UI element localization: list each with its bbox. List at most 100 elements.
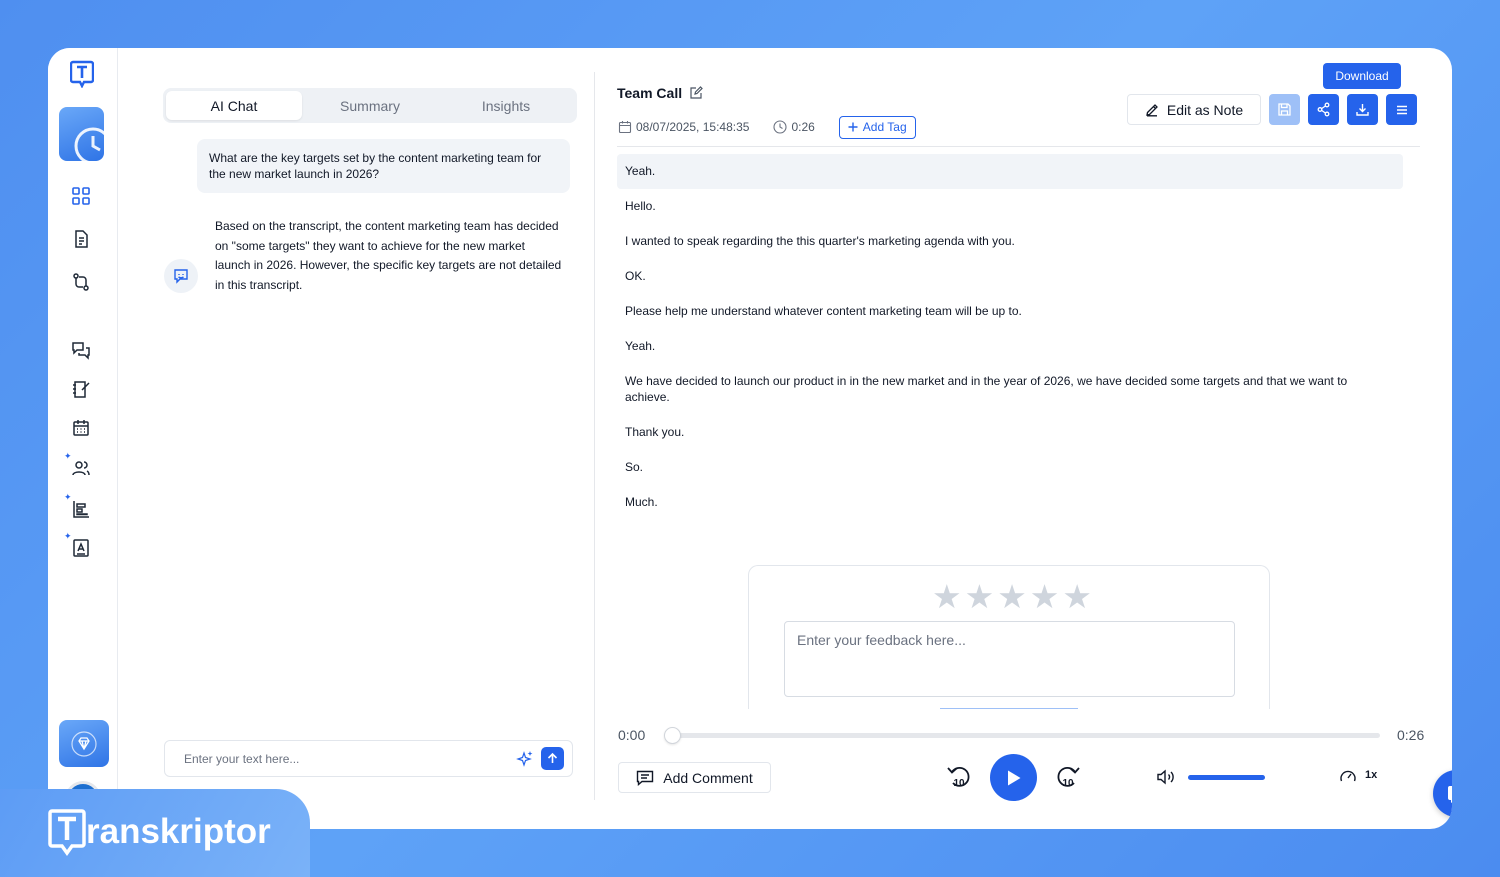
upgrade-button[interactable]	[59, 720, 109, 767]
feedback-submit-button[interactable]	[940, 708, 1078, 709]
brand-banner: ranskriptor	[0, 789, 310, 877]
play-button[interactable]	[990, 754, 1037, 801]
add-tag-label: Add Tag	[862, 120, 907, 134]
progress-handle[interactable]	[664, 727, 681, 744]
svg-text:10: 10	[953, 778, 965, 789]
transcript-line[interactable]: Much.	[617, 485, 1403, 520]
hamburger-icon	[1396, 105, 1407, 114]
sparkle-icon[interactable]	[516, 750, 534, 768]
current-time: 0:00	[618, 727, 646, 743]
star-icon[interactable]: ★	[932, 580, 962, 613]
user-question-bubble: What are the key targets set by the cont…	[197, 139, 570, 193]
dashboard-icon[interactable]	[70, 185, 92, 207]
speed-icon[interactable]	[1339, 768, 1357, 786]
volume-icon[interactable]	[1156, 769, 1176, 785]
date-meta: 08/07/2025, 15:48:35	[618, 120, 749, 134]
panel-tabs: AI Chat Summary Insights	[163, 88, 577, 123]
menu-button[interactable]	[1386, 94, 1417, 125]
forward-10-icon[interactable]: 10	[1056, 764, 1080, 790]
edit-as-note-label: Edit as Note	[1166, 101, 1244, 118]
volume-slider[interactable]	[1188, 775, 1265, 780]
transcript-title-row: Team Call	[617, 85, 703, 101]
brand-logo: ranskriptor	[48, 808, 271, 856]
contact-icon[interactable]: ✦	[64, 532, 92, 559]
share-icon	[1317, 102, 1330, 117]
send-button[interactable]	[541, 747, 564, 770]
ai-sparkle-icon: ✦	[64, 451, 72, 461]
transcript-panel: Team Call 08/07/2025, 15:48:35 0:26 Add …	[595, 48, 1452, 829]
save-button[interactable]	[1269, 94, 1300, 125]
edit-title-icon[interactable]	[689, 86, 703, 100]
ai-answer-text: Based on the transcript, the content mar…	[215, 219, 562, 292]
transcript-line[interactable]: I wanted to speak regarding the this qua…	[617, 224, 1403, 259]
add-comment-button[interactable]: Add Comment	[618, 762, 771, 793]
tab-ai-chat[interactable]: AI Chat	[166, 91, 302, 120]
star-icon[interactable]: ★	[965, 580, 995, 613]
add-tag-button[interactable]: Add Tag	[838, 115, 916, 139]
page-title: Team Call	[617, 85, 683, 101]
download-button[interactable]	[1347, 94, 1378, 125]
diamond-icon	[71, 730, 97, 757]
tab-summary[interactable]: Summary	[302, 91, 438, 120]
plus-icon	[848, 122, 858, 132]
transcript-line[interactable]: We have decided to launch our product in…	[617, 364, 1403, 415]
duration-meta: 0:26	[773, 120, 815, 134]
recent-files-button[interactable]	[59, 107, 104, 161]
svg-text:10: 10	[1062, 778, 1074, 789]
app-window: ✦ ✦ ✦ AI Chat Summary Insights What are …	[48, 48, 1452, 829]
star-icon[interactable]: ★	[1062, 580, 1092, 613]
playback-speed[interactable]: 1x	[1365, 769, 1377, 781]
download-tooltip: Download	[1323, 63, 1401, 89]
transkriptor-logo-icon	[48, 809, 86, 856]
ai-sparkle-icon: ✦	[64, 492, 72, 502]
transcript-body: Yeah. Hello. I wanted to speak regarding…	[617, 154, 1403, 520]
transcript-line[interactable]: OK.	[617, 259, 1403, 294]
duration-text: 0:26	[791, 120, 815, 134]
ai-bot-icon	[164, 259, 198, 293]
transcript-line[interactable]: Hello.	[617, 189, 1403, 224]
total-time: 0:26	[1397, 727, 1425, 743]
transcript-line[interactable]: Thank you.	[617, 415, 1403, 450]
app-logo-icon[interactable]	[70, 60, 94, 88]
team-icon[interactable]: ✦	[64, 452, 92, 479]
support-chat-button[interactable]	[1433, 770, 1452, 817]
chat-input-box	[164, 740, 573, 777]
star-icon[interactable]: ★	[997, 580, 1027, 613]
header-divider	[617, 146, 1420, 147]
comment-icon	[637, 770, 654, 786]
rewind-10-icon[interactable]: 10	[947, 764, 971, 790]
chat-bubble-icon	[1447, 785, 1452, 803]
calendar-icon[interactable]	[70, 417, 92, 439]
share-button[interactable]	[1308, 94, 1339, 125]
chart-icon[interactable]: ✦	[64, 493, 92, 520]
tab-insights[interactable]: Insights	[438, 91, 574, 120]
chat-input[interactable]	[165, 741, 505, 776]
clock-icon	[773, 120, 787, 134]
sidebar: ✦ ✦ ✦	[48, 48, 118, 829]
clock-icon	[74, 127, 104, 161]
brand-name: ranskriptor	[86, 812, 271, 851]
file-icon[interactable]	[70, 228, 92, 250]
playback-progress-bar[interactable]	[664, 727, 1380, 744]
feedback-textarea[interactable]	[784, 621, 1235, 697]
add-comment-label: Add Comment	[663, 769, 753, 786]
transcript-line[interactable]: Please help me understand whatever conte…	[617, 294, 1403, 329]
datetime-text: 08/07/2025, 15:48:35	[636, 120, 750, 134]
transcript-line[interactable]: Yeah.	[617, 154, 1403, 189]
notebook-icon[interactable]	[70, 378, 92, 400]
transcript-line[interactable]: So.	[617, 450, 1403, 485]
transcript-meta: 08/07/2025, 15:48:35 0:26 Add Tag	[618, 115, 916, 139]
feedback-card: ★ ★ ★ ★ ★	[748, 565, 1270, 709]
ai-chat-panel: AI Chat Summary Insights What are the ke…	[118, 48, 594, 829]
ai-sparkle-icon: ✦	[64, 531, 72, 541]
transcript-line[interactable]: Yeah.	[617, 329, 1403, 364]
pencil-icon	[1146, 103, 1158, 116]
save-icon	[1278, 103, 1291, 116]
download-icon	[1356, 104, 1369, 116]
star-icon[interactable]: ★	[1030, 580, 1060, 613]
convert-icon[interactable]	[70, 271, 92, 293]
arrow-up-icon	[547, 752, 558, 763]
star-rating: ★ ★ ★ ★ ★	[932, 580, 1092, 613]
chat-icon[interactable]	[70, 339, 92, 361]
edit-as-note-button[interactable]: Edit as Note	[1127, 94, 1261, 125]
